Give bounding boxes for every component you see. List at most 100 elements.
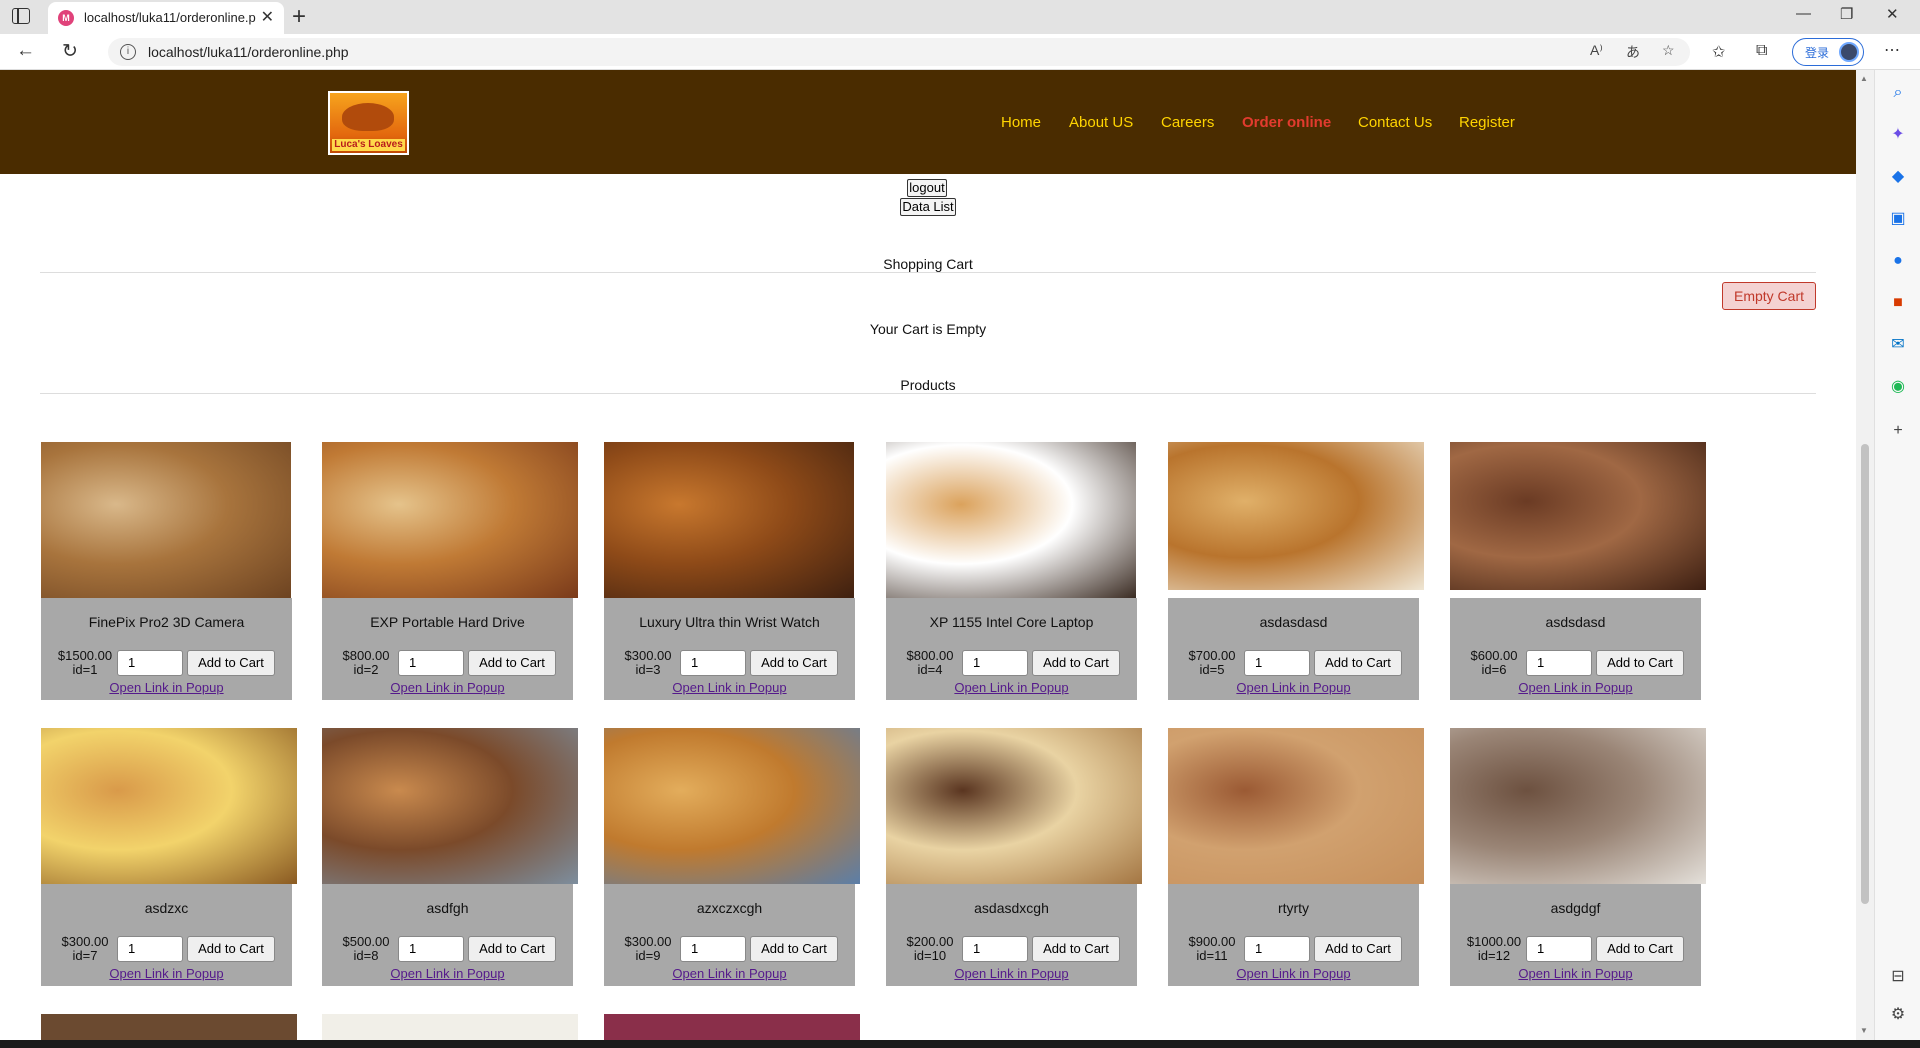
empty-cart-button[interactable]: Empty Cart	[1722, 282, 1816, 310]
nav-register[interactable]: Register	[1459, 114, 1515, 131]
close-window-icon[interactable]: ✕	[1886, 5, 1899, 23]
add-to-cart-button[interactable]: Add to Cart	[1032, 650, 1120, 676]
scroll-thumb[interactable]	[1861, 444, 1869, 904]
price-value: $300.00	[624, 648, 672, 663]
site-logo[interactable]: Luca's Loaves	[328, 91, 409, 155]
read-aloud-icon[interactable]: A⁾	[1590, 42, 1603, 59]
add-to-cart-button[interactable]: Add to Cart	[1314, 650, 1402, 676]
quantity-input[interactable]: 1	[680, 650, 746, 676]
shopping-tag-icon[interactable]: ◆	[1889, 168, 1907, 186]
close-tab-icon[interactable]: ✕	[261, 7, 274, 27]
nav-contact-us[interactable]: Contact Us	[1358, 114, 1432, 131]
quantity-input[interactable]: 1	[398, 650, 464, 676]
quantity-input[interactable]: 1	[962, 650, 1028, 676]
add-to-cart-button[interactable]: Add to Cart	[1596, 650, 1684, 676]
back-arrow-icon[interactable]: ←	[16, 40, 35, 62]
product-price: $300.00 id=9	[614, 935, 682, 963]
open-popup-link[interactable]: Open Link in Popup	[41, 680, 292, 695]
site-info-icon[interactable]: i	[120, 44, 136, 60]
minimize-icon[interactable]: —	[1796, 5, 1811, 22]
quantity-input[interactable]: 1	[962, 936, 1028, 962]
quantity-input[interactable]: 1	[1526, 650, 1592, 676]
product-price: $600.00 id=6	[1460, 649, 1528, 677]
nav-order-online[interactable]: Order online	[1242, 114, 1331, 131]
product-info-panel: XP 1155 Intel Core Laptop $800.00 id=4 1 Add…	[886, 598, 1137, 700]
quantity-input[interactable]: 1	[1244, 650, 1310, 676]
nav-about-us[interactable]: About US	[1069, 114, 1133, 131]
scroll-down-icon[interactable]: ▼	[1860, 1026, 1868, 1035]
data-list-button[interactable]: Data List	[900, 198, 956, 216]
site-header: Luca's Loaves Home About US Careers Orde…	[0, 70, 1856, 174]
restore-icon[interactable]: ❐	[1840, 5, 1853, 23]
logout-button[interactable]: logout	[907, 179, 947, 197]
copilot-icon[interactable]: ✦	[1889, 126, 1907, 144]
product-image	[41, 1014, 297, 1040]
outlook-icon[interactable]: ✉	[1889, 336, 1907, 354]
open-popup-link[interactable]: Open Link in Popup	[322, 680, 573, 695]
login-button[interactable]: 登录	[1792, 38, 1864, 66]
product-name: azxczxcgh	[696, 900, 763, 916]
translate-icon[interactable]: あ	[1626, 42, 1640, 62]
search-icon[interactable]: ⌕	[1889, 84, 1907, 102]
add-to-cart-button[interactable]: Add to Cart	[1032, 936, 1120, 962]
add-to-cart-button[interactable]: Add to Cart	[468, 936, 556, 962]
browser-tab[interactable]: M localhost/luka11/orderonline.php ✕	[48, 2, 284, 34]
open-popup-link[interactable]: Open Link in Popup	[322, 966, 573, 981]
divider	[40, 393, 1816, 394]
spotify-icon[interactable]: ◉	[1889, 378, 1907, 396]
quantity-input[interactable]: 1	[1244, 936, 1310, 962]
scroll-up-icon[interactable]: ▲	[1860, 74, 1868, 83]
add-sidebar-app-icon[interactable]: +	[1889, 422, 1907, 440]
add-to-cart-button[interactable]: Add to Cart	[468, 650, 556, 676]
nav-careers[interactable]: Careers	[1161, 114, 1214, 131]
reload-icon[interactable]: ↻	[62, 40, 78, 63]
add-to-cart-button[interactable]: Add to Cart	[187, 650, 275, 676]
open-popup-link[interactable]: Open Link in Popup	[1168, 680, 1419, 695]
add-favorite-icon[interactable]: ☆	[1662, 42, 1675, 59]
settings-gear-icon[interactable]: ⚙	[1889, 1006, 1907, 1024]
collections-icon[interactable]: ⧉	[1756, 42, 1767, 60]
product-image	[604, 442, 854, 598]
quantity-input[interactable]: 1	[117, 936, 183, 962]
tab-actions-icon[interactable]	[12, 8, 30, 24]
product-info-panel: asdgdgf $1000.00 id=12 1 Add to Cart Open Lin…	[1450, 884, 1701, 986]
page-viewport: Luca's Loaves Home About US Careers Orde…	[0, 70, 1856, 1040]
add-to-cart-button[interactable]: Add to Cart	[1596, 936, 1684, 962]
open-popup-link[interactable]: Open Link in Popup	[604, 680, 855, 695]
page-scrollbar[interactable]: ▲ ▼	[1856, 70, 1874, 1040]
add-to-cart-button[interactable]: Add to Cart	[750, 936, 838, 962]
product-name: FinePix Pro2 3D Camera	[88, 614, 245, 630]
quantity-input[interactable]: 1	[117, 650, 183, 676]
address-bar[interactable]: i localhost/luka11/orderonline.php A⁾ あ …	[108, 38, 1690, 66]
open-popup-link[interactable]: Open Link in Popup	[604, 966, 855, 981]
product-id: id=6	[1481, 662, 1507, 677]
open-popup-link[interactable]: Open Link in Popup	[886, 680, 1137, 695]
add-to-cart-button[interactable]: Add to Cart	[187, 936, 275, 962]
favorites-icon[interactable]: ✩	[1712, 42, 1725, 62]
product-price: $300.00 id=7	[51, 935, 119, 963]
quantity-input[interactable]: 1	[1526, 936, 1592, 962]
hide-sidebar-icon[interactable]: ⊟	[1889, 968, 1907, 986]
tools-icon[interactable]: ▣	[1889, 210, 1907, 228]
open-popup-link[interactable]: Open Link in Popup	[1168, 966, 1419, 981]
open-popup-link[interactable]: Open Link in Popup	[1450, 680, 1701, 695]
product-id: id=4	[917, 662, 943, 677]
office-icon[interactable]: ■	[1889, 294, 1907, 312]
new-tab-icon[interactable]: +	[292, 3, 306, 31]
url-text[interactable]: localhost/luka11/orderonline.php	[148, 44, 349, 60]
quantity-input[interactable]: 1	[680, 936, 746, 962]
open-popup-link[interactable]: Open Link in Popup	[886, 966, 1137, 981]
price-value: $800.00	[906, 648, 954, 663]
open-popup-link[interactable]: Open Link in Popup	[41, 966, 292, 981]
open-popup-link[interactable]: Open Link in Popup	[1450, 966, 1701, 981]
add-to-cart-button[interactable]: Add to Cart	[750, 650, 838, 676]
product-image	[1168, 442, 1424, 590]
product-price: $700.00 id=5	[1178, 649, 1246, 677]
games-icon[interactable]: ●	[1889, 252, 1907, 270]
avatar	[1839, 42, 1859, 62]
product-info-panel: asdasdasd $700.00 id=5 1 Add to Cart Open Lin…	[1168, 598, 1419, 700]
quantity-input[interactable]: 1	[398, 936, 464, 962]
add-to-cart-button[interactable]: Add to Cart	[1314, 936, 1402, 962]
nav-home[interactable]: Home	[1001, 114, 1041, 131]
more-menu-icon[interactable]: ⋯	[1884, 40, 1900, 60]
